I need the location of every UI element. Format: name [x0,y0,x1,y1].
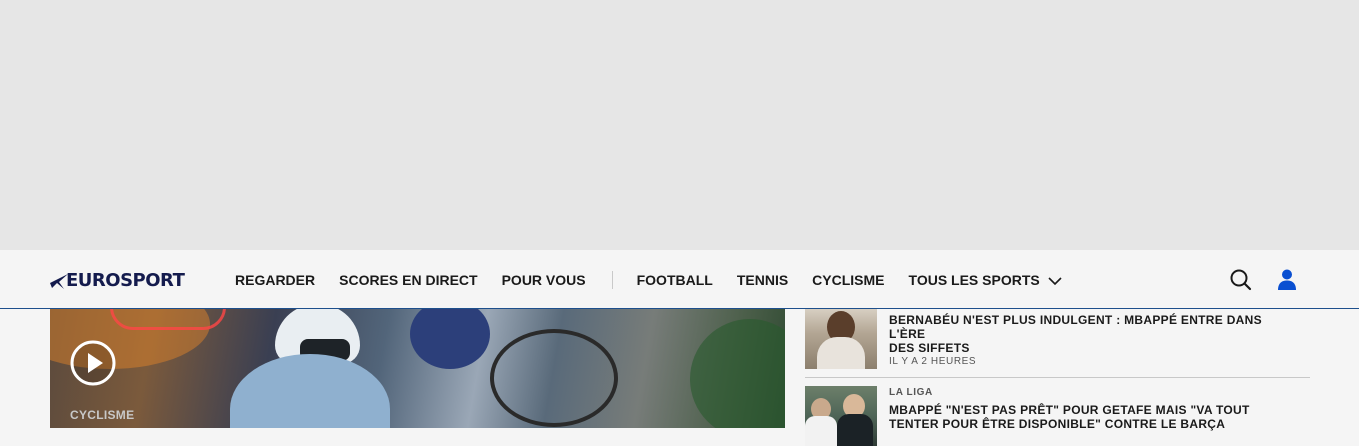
article-category[interactable]: LA LIGA [889,387,933,398]
nav-football[interactable]: FOOTBALL [637,272,713,288]
article-title-line: MBAPPÉ "N'EST PAS PRÊT" POUR GETAFE MAIS… [889,403,1250,417]
hero-image-rider [410,309,490,369]
hero-image-jersey [230,354,390,428]
article-title-line: DES SIFFETS [889,341,970,355]
nav-tennis[interactable]: TENNIS [737,272,788,288]
hero-video-card[interactable]: CYCLISME [50,309,785,428]
article-title-line: TENTER POUR ÊTRE DISPONIBLE" CONTRE LE B… [889,417,1226,431]
hero-image-wheel [490,329,618,427]
top-navigation-bar: EUROSPORT REGARDER SCORES EN DIRECT POUR… [0,250,1359,309]
article-thumbnail [805,386,877,446]
article-divider [805,377,1310,378]
article-title[interactable]: MBAPPÉ "N'EST PAS PRÊT" POUR GETAFE MAIS… [889,403,1299,431]
nav-all-sports-dropdown[interactable]: TOUS LES SPORTS [909,272,1062,288]
nav-pour-vous[interactable]: POUR VOUS [502,272,586,288]
article-timestamp: IL Y A 2 HEURES [889,356,977,367]
nav-cyclisme[interactable]: CYCLISME [812,272,884,288]
main-nav: REGARDER SCORES EN DIRECT POUR VOUS FOOT… [235,250,1086,309]
thumb-figure-body [817,337,865,369]
nav-scores-en-direct[interactable]: SCORES EN DIRECT [339,272,477,288]
article-thumbnail [805,309,877,369]
eurosport-logo[interactable]: EUROSPORT [50,269,185,291]
advertisement-area [0,0,1359,250]
nav-all-sports-label: TOUS LES SPORTS [908,271,1040,288]
logo-wordmark: EUROSPORT [66,269,185,291]
article-title-line: BERNABÉU N'EST PLUS INDULGENT : MBAPPÉ E… [889,313,1262,341]
nav-separator [611,270,613,289]
play-icon[interactable] [69,339,117,387]
search-icon[interactable] [1229,268,1253,292]
hero-image-foliage [690,319,785,428]
article-title[interactable]: BERNABÉU N'EST PLUS INDULGENT : MBAPPÉ E… [889,313,1299,355]
nav-regarder[interactable]: REGARDER [235,272,315,288]
chevron-down-icon [1048,276,1062,285]
thumb-figure-body [837,414,873,446]
hero-image-neon [110,309,226,330]
news-sidebar: BERNABÉU N'EST PLUS INDULGENT : MBAPPÉ E… [805,309,1310,446]
hero-sport-tag: CYCLISME [70,408,135,422]
thumb-figure-body [805,416,837,446]
user-icon[interactable] [1276,268,1298,292]
